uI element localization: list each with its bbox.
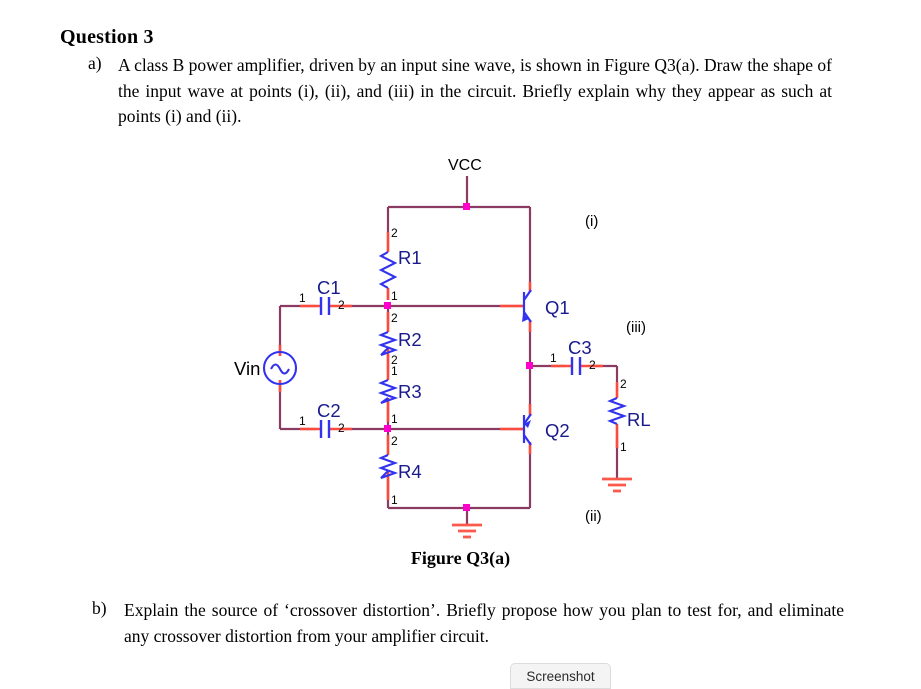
resistor-r2-symbol [377, 331, 399, 356]
node-output [526, 362, 533, 369]
junction-nodes [384, 203, 533, 511]
vin-circle [262, 350, 298, 386]
label-r1: R1 [398, 247, 422, 268]
circuit-wires [278, 176, 619, 524]
label-vin: Vin [234, 358, 260, 379]
page-title: Question 3 [60, 26, 154, 48]
component-pin-stubs [278, 232, 619, 500]
label-r4: R4 [398, 461, 422, 482]
q1-collector-lead [523, 289, 532, 301]
q2-collector-lead [523, 434, 532, 446]
q1-emitter-arrow [522, 314, 529, 322]
resistor-r3-symbol [377, 379, 399, 404]
resistor-r4-symbol [377, 454, 399, 479]
node-base-q1 [384, 302, 391, 309]
pin-num-r4-1: 1 [391, 493, 398, 507]
pin-num-r2-2: 2 [391, 311, 398, 325]
component-labels: R1 R2 R3 R4 RL C1 C2 C3 Q1 Q2 [317, 247, 651, 482]
pin-num-r3-1b: 1 [391, 412, 398, 426]
pin-num-c2-1: 1 [299, 414, 306, 428]
pin-num-r4-2: 2 [391, 434, 398, 448]
node-ground-center [463, 504, 470, 511]
label-q2: Q2 [545, 420, 570, 441]
q2-emitter-arrow [524, 420, 531, 428]
pin-num-c2-2: 2 [338, 421, 345, 435]
part-b-marker: b) [92, 598, 107, 618]
pin-num-rl-2: 2 [620, 377, 627, 391]
pin-num-rl-1: 1 [620, 440, 627, 454]
pin-num-c1-2: 2 [338, 298, 345, 312]
part-a-marker: a) [88, 53, 102, 73]
capacitor-symbols [319, 297, 582, 438]
label-rl: RL [627, 409, 651, 430]
part-a-text: A class B power amplifier, driven by an … [118, 55, 832, 126]
test-point-i: (i) [585, 213, 598, 230]
resistor-r1-symbol [378, 251, 398, 289]
q2-emitter-lead [523, 413, 532, 425]
label-c1: C1 [317, 277, 341, 298]
label-r2: R2 [398, 329, 422, 350]
figure-caption: Figure Q3(a) [410, 548, 511, 568]
part-b-text: Explain the source of ‘crossover distort… [124, 600, 844, 646]
pin-num-c3-1: 1 [550, 351, 557, 365]
node-base-q2 [384, 425, 391, 432]
q1-emitter-lead [523, 311, 532, 323]
pin-number-labels: 2 1 2 2 1 1 2 1 1 2 1 2 1 2 2 1 [299, 226, 627, 507]
transistor-q2-symbol [522, 413, 532, 446]
label-c3: C3 [568, 337, 592, 358]
resistor-symbols [377, 251, 628, 479]
ac-source-vin-symbol [262, 350, 298, 386]
label-c2: C2 [317, 400, 341, 421]
test-point-iii: (iii) [626, 319, 646, 336]
ground-symbol-rl [602, 477, 632, 493]
label-q1: Q1 [545, 297, 570, 318]
resistor-rl-symbol [606, 397, 628, 425]
test-point-labels: (i) (iii) (ii) [585, 213, 646, 525]
test-point-ii: (ii) [585, 508, 602, 525]
screenshot-button[interactable]: Screenshot [510, 663, 611, 689]
vin-sine-glyph [270, 363, 290, 375]
label-r3: R3 [398, 381, 422, 402]
label-vcc: VCC [448, 157, 482, 174]
pin-num-c3-2: 2 [589, 358, 596, 372]
node-vcc [463, 203, 470, 210]
pin-num-r1-2: 2 [391, 226, 398, 240]
pin-num-r1-1: 1 [391, 289, 398, 303]
pin-num-r3-1: 1 [391, 364, 398, 378]
ground-symbol-center [452, 523, 482, 539]
pin-num-c1-1: 1 [299, 291, 306, 305]
pin-num-r2-2b: 2 [391, 353, 398, 367]
transistor-q1-symbol [522, 289, 532, 323]
